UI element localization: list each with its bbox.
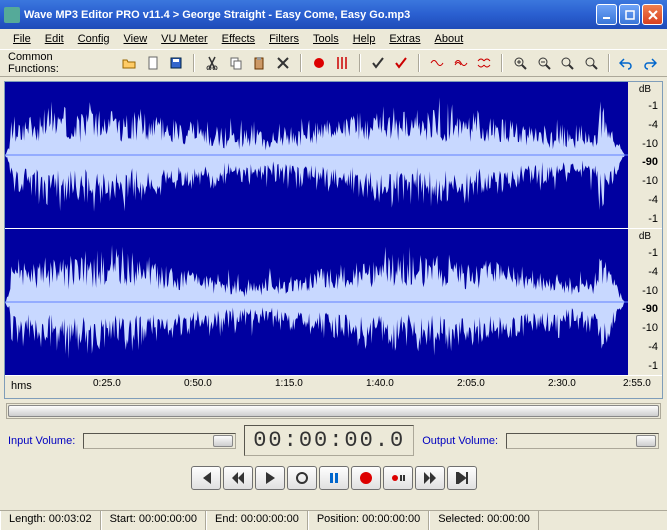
- statusbar: Length: 00:03:02 Start: 00:00:00:00 End:…: [0, 510, 667, 530]
- pause-button[interactable]: [319, 466, 349, 490]
- time-display: 00:00:00.0: [244, 425, 414, 456]
- record-pause-button[interactable]: [383, 466, 413, 490]
- titlebar[interactable]: Wave MP3 Editor PRO v11.4 > George Strai…: [0, 0, 667, 29]
- ruler-tick: 0:50.0: [184, 378, 212, 389]
- menu-edit[interactable]: Edit: [38, 31, 71, 47]
- slider-thumb[interactable]: [213, 435, 233, 447]
- toolbar: Common Functions:: [0, 49, 667, 77]
- output-volume-slider[interactable]: [506, 433, 659, 449]
- window-title: Wave MP3 Editor PRO v11.4 > George Strai…: [24, 9, 596, 21]
- menu-vumeter[interactable]: VU Meter: [154, 31, 214, 47]
- waveform-area[interactable]: dB -1 -4 -10 -90 -10 -4 -1 dB -1 -4 -10 …: [4, 81, 663, 399]
- rewind-button[interactable]: [223, 466, 253, 490]
- status-length: Length: 00:03:02: [0, 511, 101, 530]
- maximize-button[interactable]: [619, 4, 640, 25]
- record-button[interactable]: [351, 466, 381, 490]
- ruler-tick: 1:40.0: [366, 378, 394, 389]
- status-selected: Selected: 00:00:00: [429, 511, 539, 530]
- scroll-thumb[interactable]: [8, 405, 659, 417]
- save-icon[interactable]: [168, 54, 186, 72]
- ruler-tick: 2:05.0: [457, 378, 485, 389]
- waveform-right: [5, 229, 662, 375]
- paste-icon[interactable]: [251, 54, 269, 72]
- menu-filters[interactable]: Filters: [262, 31, 306, 47]
- menu-help[interactable]: Help: [346, 31, 383, 47]
- play-button[interactable]: [255, 466, 285, 490]
- menu-extras[interactable]: Extras: [382, 31, 427, 47]
- close-button[interactable]: [642, 4, 663, 25]
- db-scale-left: dB -1 -4 -10 -90 -10 -4 -1: [628, 82, 662, 228]
- fade1-icon[interactable]: [428, 54, 446, 72]
- ruler-tick: 1:15.0: [275, 378, 303, 389]
- new-icon[interactable]: [144, 54, 162, 72]
- copy-icon[interactable]: [227, 54, 245, 72]
- slider-thumb[interactable]: [636, 435, 656, 447]
- output-volume-label: Output Volume:: [422, 435, 498, 447]
- menu-view[interactable]: View: [117, 31, 155, 47]
- zoom-sel-icon[interactable]: [558, 54, 576, 72]
- wave-channel-right[interactable]: dB -1 -4 -10 -90 -10 -4 -1: [5, 229, 662, 376]
- undo-icon[interactable]: [618, 54, 636, 72]
- time-ruler: hms 0:25.00:50.01:15.01:40.02:05.02:30.0…: [5, 376, 662, 398]
- zoom-out-icon[interactable]: [535, 54, 553, 72]
- fade2-icon[interactable]: [452, 54, 470, 72]
- status-position: Position: 00:00:00:00: [308, 511, 429, 530]
- menu-config[interactable]: Config: [71, 31, 117, 47]
- menubar: File Edit Config View VU Meter Effects F…: [0, 29, 667, 49]
- app-icon: [4, 7, 20, 23]
- horizontal-scrollbar[interactable]: [6, 403, 661, 419]
- fade3-icon[interactable]: [476, 54, 494, 72]
- menu-about[interactable]: About: [428, 31, 471, 47]
- menu-tools[interactable]: Tools: [306, 31, 346, 47]
- record-icon: [360, 472, 372, 484]
- record-button-icon[interactable]: [310, 54, 328, 72]
- input-volume-slider[interactable]: [83, 433, 236, 449]
- ruler-tick: 2:55.0: [623, 378, 651, 389]
- check-icon[interactable]: [369, 54, 387, 72]
- uncheck-icon[interactable]: [393, 54, 411, 72]
- zoom-in-icon[interactable]: [511, 54, 529, 72]
- zoom-fit-icon[interactable]: [582, 54, 600, 72]
- ruler-tick: 2:30.0: [548, 378, 576, 389]
- menu-effects[interactable]: Effects: [215, 31, 262, 47]
- skip-end-button[interactable]: [447, 466, 477, 490]
- menu-file[interactable]: File: [6, 31, 38, 47]
- toolbar-label: Common Functions:: [8, 51, 104, 75]
- markers-icon[interactable]: [333, 54, 351, 72]
- skip-start-button[interactable]: [191, 466, 221, 490]
- delete-icon[interactable]: [274, 54, 292, 72]
- forward-button[interactable]: [415, 466, 445, 490]
- redo-icon[interactable]: [641, 54, 659, 72]
- status-start: Start: 00:00:00:00: [101, 511, 206, 530]
- wave-channel-left[interactable]: dB -1 -4 -10 -90 -10 -4 -1: [5, 82, 662, 229]
- stop-button[interactable]: [287, 466, 317, 490]
- waveform-left: [5, 82, 662, 228]
- transport-controls: [0, 460, 667, 496]
- cut-icon[interactable]: [203, 54, 221, 72]
- minimize-button[interactable]: [596, 4, 617, 25]
- open-icon[interactable]: [120, 54, 138, 72]
- ruler-tick: 0:25.0: [93, 378, 121, 389]
- db-scale-right: dB -1 -4 -10 -90 -10 -4 -1: [628, 229, 662, 375]
- status-end: End: 00:00:00:00: [206, 511, 308, 530]
- input-volume-label: Input Volume:: [8, 435, 75, 447]
